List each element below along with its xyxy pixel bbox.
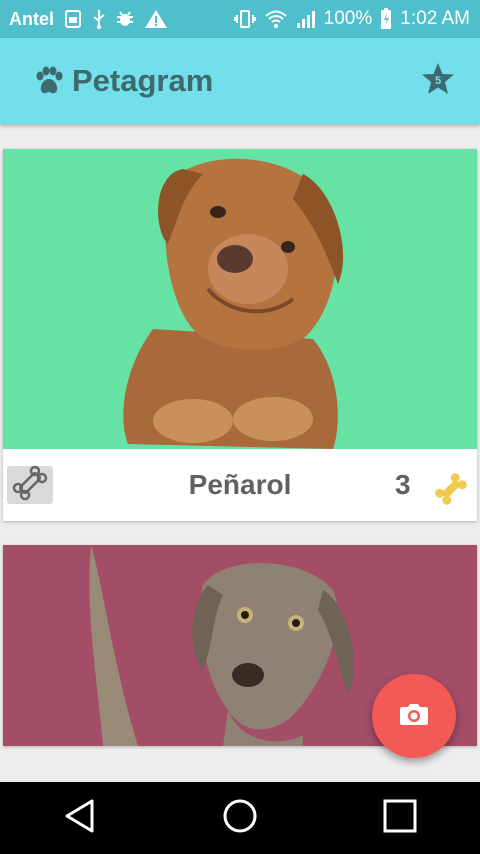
home-icon	[223, 799, 257, 838]
vibrate-icon	[233, 9, 256, 29]
home-button[interactable]	[210, 788, 270, 848]
clock: 1:02 AM	[400, 8, 470, 29]
warning-icon	[144, 9, 168, 29]
likes-count: 3	[395, 469, 411, 500]
app-title: Petagram	[72, 63, 214, 98]
hd-voice-icon	[64, 9, 82, 29]
pet-card-footer: Peñarol 3	[3, 449, 477, 521]
dog-photo	[123, 158, 344, 449]
app-bar: Petagram 5	[0, 38, 480, 124]
bone-icon	[11, 464, 49, 507]
back-icon	[64, 799, 96, 838]
paw-icon	[32, 65, 64, 97]
status-bar: Antel 100% 1:02 AM	[0, 0, 480, 38]
camera-icon	[399, 702, 429, 731]
favorites-count: 5	[434, 75, 442, 87]
bug-icon	[116, 10, 134, 28]
camera-button[interactable]	[372, 674, 456, 758]
pet-card: Peñarol 3	[3, 149, 477, 521]
battery-percent: 100%	[323, 8, 373, 29]
usb-icon	[92, 9, 106, 29]
rate-button[interactable]	[7, 464, 53, 507]
battery-icon	[380, 8, 392, 30]
bone-icon	[433, 471, 469, 512]
back-button[interactable]	[50, 788, 110, 848]
wifi-icon	[264, 9, 288, 29]
recents-icon	[383, 799, 417, 838]
signal-icon	[296, 9, 316, 29]
carrier-name: Antel	[9, 8, 54, 29]
favorites-button[interactable]: 5	[420, 62, 456, 99]
pet-photo	[3, 149, 477, 449]
recents-button[interactable]	[370, 788, 430, 848]
navigation-bar	[0, 782, 480, 854]
